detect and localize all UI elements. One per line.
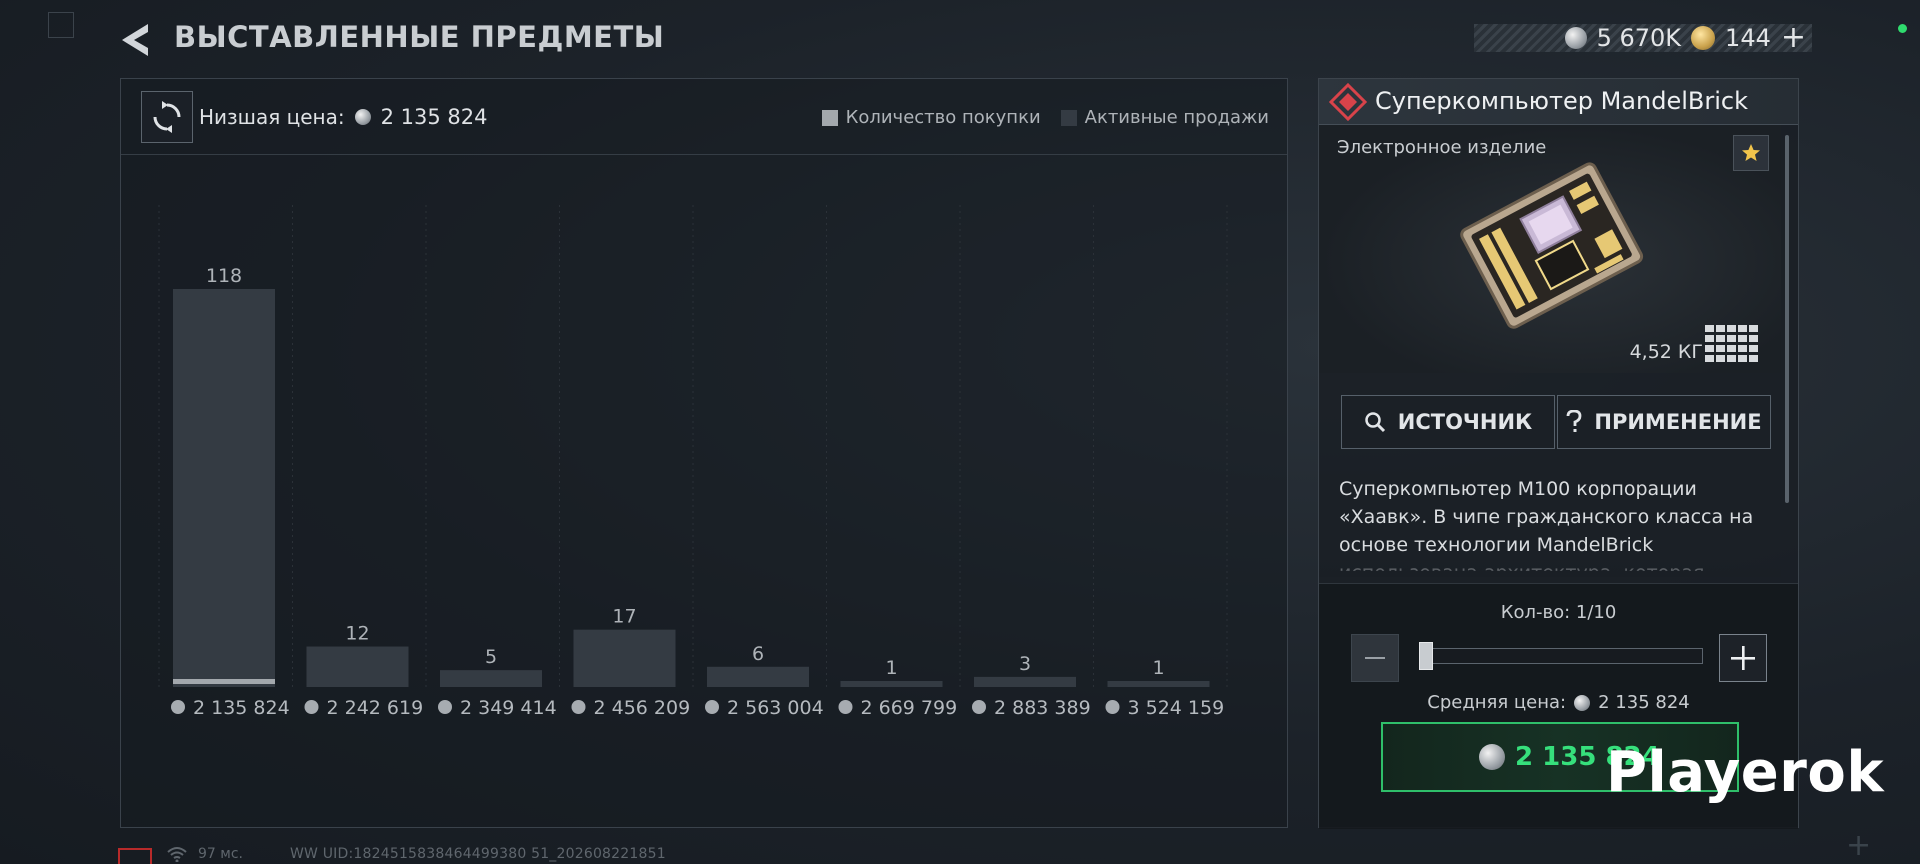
search-icon [1365,412,1385,433]
description-scrollbar[interactable] [1785,135,1789,503]
chart-header: Низшая цена: 2 135 824 Количество покупк… [121,79,1287,155]
gold-balance: 144 [1725,24,1771,52]
x-tick-label: 2 135 824 [193,697,290,719]
average-price-value: 2 135 824 [1598,692,1690,713]
legend-label-purchases: Количество покупки [845,107,1041,128]
x-tick-label: 2 349 414 [460,697,557,719]
legend-label-active-sales: Активные продажи [1084,107,1269,128]
quantity-label: Кол-во: 1/10 [1500,602,1617,623]
page-title: ВЫСТАВЛЕННЫЕ ПРЕДМЕТЫ [174,20,665,54]
wifi-icon [167,847,187,862]
lowest-price-label: Низшая цена: [199,105,345,129]
item-image-area: Электронное изделие 4,52 КГ [1319,125,1781,373]
x-tick-label: 2 563 004 [727,697,824,719]
rarity-diamond-icon [1329,83,1367,121]
bar-data-label: 6 [752,643,764,665]
legend-swatch-active-sales [1060,109,1077,126]
favorite-button[interactable] [1733,135,1769,171]
tick-coin-icon [972,700,986,714]
legend-item-active-sales: Активные продажи [1060,107,1269,128]
bar-data-label: 17 [612,606,636,628]
corner-crosshair-icon: + [1846,828,1872,863]
bar-active-sales [974,676,1076,687]
legend-item-purchases: Количество покупки [821,107,1041,128]
silver-coin-icon [354,109,371,125]
quantity-slider-handle[interactable] [1419,642,1433,670]
add-currency-button[interactable]: + [1781,23,1806,53]
supercomputer-item-image [1460,162,1644,329]
ping-readout: 97 мс. [198,846,243,862]
bar-data-label: 1 [1152,657,1164,679]
price-chart-panel: Низшая цена: 2 135 824 Количество покупк… [120,78,1288,828]
x-tick-label: 2 242 619 [327,697,424,719]
source-button-label: ИСТОЧНИК [1397,410,1533,434]
item-name: Суперкомпьютер MandelBrick [1375,87,1748,115]
price-bar-chart: 118 2 135 824 12 2 242 619 5 2 349 414 17 2 456… [158,205,1228,719]
average-price: Средняя цена: 2 135 824 [1319,692,1798,713]
refresh-icon [153,101,181,133]
description-fade [1319,555,1781,577]
increase-quantity-button[interactable] [1719,634,1767,682]
silver-coin-icon [1479,744,1505,770]
item-weight: 4,52 КГ [1629,341,1703,363]
tick-coin-icon [1105,700,1120,714]
bar-data-label: 1 [885,657,897,679]
refresh-button[interactable] [141,91,193,143]
minus-icon [1365,657,1385,659]
bar-data-label: 3 [1019,653,1031,675]
silver-coin-icon [1574,694,1591,711]
x-tick-label: 2 669 799 [861,697,958,719]
bar-active-sales [1107,681,1210,687]
corner-frame-icon [48,12,74,38]
x-tick-label: 2 883 389 [994,697,1091,719]
chart-legend: Количество покупки Активные продажи [821,107,1269,128]
item-header: Суперкомпьютер MandelBrick [1319,79,1798,125]
bar-active-sales [840,681,943,687]
question-mark-icon [1566,410,1582,432]
tick-coin-icon [304,700,319,714]
tick-coin-icon [171,700,185,714]
quantity-slider-track[interactable] [1419,648,1703,664]
currency-bar: 5 670K 144 + [1474,23,1812,53]
tick-coin-icon [438,700,452,714]
bar-data-label: 12 [345,623,369,645]
average-price-label: Средняя цена: [1427,692,1567,713]
item-detail-panel: Суперкомпьютер MandelBrick Электронное и… [1318,78,1799,829]
bar-active-sales [707,666,809,687]
bar-active-sales [573,629,676,687]
x-tick-label: 3 524 159 [1128,697,1225,719]
source-button[interactable]: ИСТОЧНИК [1341,395,1555,449]
tick-coin-icon [838,700,853,714]
bar-active-sales [306,646,409,687]
bar-data-label: 118 [206,265,242,287]
usage-button[interactable]: ПРИМЕНЕНИЕ [1557,395,1771,449]
bar-active-sales [173,289,275,687]
online-status-dot [1898,24,1907,33]
back-button[interactable] [118,20,152,60]
usage-button-label: ПРИМЕНЕНИЕ [1594,410,1762,434]
inventory-size-grid-icon [1705,325,1758,362]
bar-purchase [173,679,275,684]
legend-swatch-purchases [821,109,838,126]
silver-balance: 5 670K [1596,24,1682,52]
lowest-price: Низшая цена: 2 135 824 [199,105,488,129]
star-icon [1742,144,1760,161]
tick-coin-icon [571,700,586,714]
battery-indicator [118,848,152,864]
bar-active-sales [440,670,542,687]
tick-coin-icon [705,700,719,714]
silver-coin-icon [1564,27,1587,49]
watermark-logo: Playerok [1606,740,1885,805]
gold-coin-icon [1691,26,1716,50]
lowest-price-value: 2 135 824 [380,105,488,129]
plus-icon [1731,646,1755,670]
bar-data-label: 5 [485,646,497,668]
user-uid: WW UID:1824515838464499380 51_2026082218… [290,846,666,862]
back-arrow-icon [122,24,148,56]
decrease-quantity-button[interactable] [1351,634,1399,682]
x-tick-label: 2 456 209 [594,697,691,719]
